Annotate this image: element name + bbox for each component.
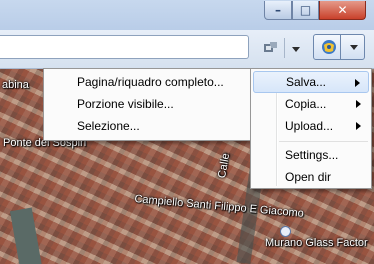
minimize-icon: – [275,3,281,17]
close-icon: ✕ [337,3,348,17]
map-label: abina [2,79,29,91]
maximize-button[interactable]: □ [292,1,319,20]
minimize-button[interactable]: – [264,1,292,20]
menu-item-copy[interactable]: Copia... [253,93,369,115]
map-label: Murano Glass Factor [265,237,368,249]
save-submenu: Pagina/riquadro completo... Porzione vis… [43,68,254,141]
extension-context-menu: Salva... Copia... Upload... Settings... … [250,68,372,189]
map-pin-icon[interactable] [280,226,291,237]
extension-dropdown-arrow-icon[interactable] [350,45,358,50]
menu-item-label: Settings... [285,148,339,162]
menu-item-open-dir[interactable]: Open dir [253,166,369,188]
extension-split-divider [340,34,341,60]
menu-item-selection[interactable]: Selezione... [46,115,251,137]
menu-item-label: Upload... [285,119,334,133]
close-button[interactable]: ✕ [319,1,366,20]
map-label: Campiello Santi Filippo E Giacomo [133,193,305,220]
submenu-arrow-icon [356,100,361,108]
screenshot-extension-button[interactable] [313,34,365,60]
menu-separator [279,141,368,142]
dropdown-arrow-icon[interactable] [292,47,300,52]
submenu-arrow-icon [355,79,360,87]
menu-item-label: Copia... [285,97,327,111]
menu-item-label: Selezione... [77,119,140,133]
menu-item-label: Pagina/riquadro completo... [77,75,224,89]
menu-item-label: Salva... [286,75,327,89]
screenshot-extension-icon [320,38,338,59]
window-titlebar: – □ ✕ [0,0,374,31]
map-canal [9,207,43,264]
menu-item-upload[interactable]: Upload... [253,115,369,137]
toolbar-separator [284,38,285,58]
menu-item-save[interactable]: Salva... [253,71,369,93]
menu-item-full-page[interactable]: Pagina/riquadro completo... [46,71,251,93]
compatibility-icon[interactable] [262,40,280,56]
menu-item-label: Open dir [285,170,332,184]
menu-item-visible-portion[interactable]: Porzione visibile... [46,93,251,115]
map-label: Calle [216,152,233,180]
browser-toolbar [0,30,374,69]
address-bar[interactable] [0,35,249,59]
submenu-arrow-icon [356,122,361,130]
menu-item-settings[interactable]: Settings... [253,144,369,166]
menu-item-label: Porzione visibile... [77,97,174,111]
maximize-icon: □ [299,3,312,17]
